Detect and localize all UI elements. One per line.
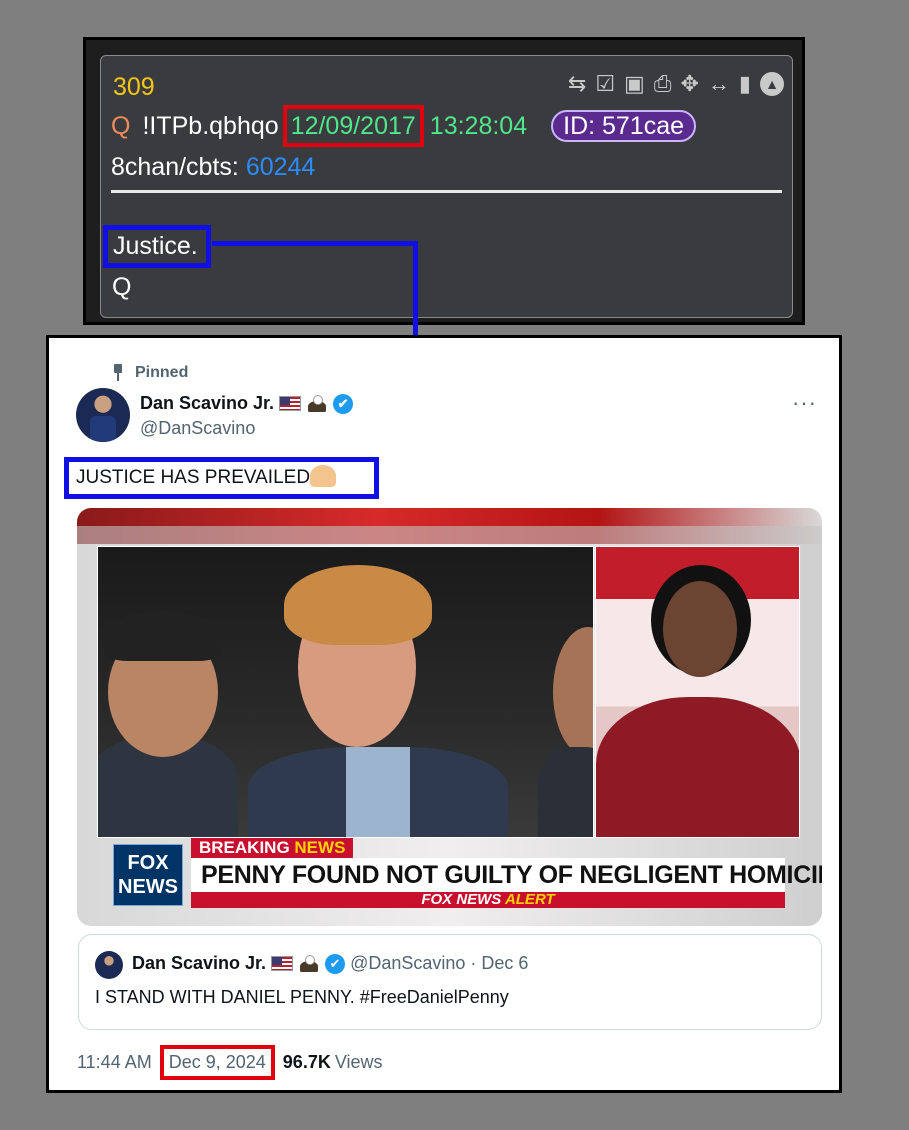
- fox-news-alert-bar: FOX NEWS ALERT: [191, 892, 785, 908]
- quoted-author-name[interactable]: Dan Scavino Jr.: [132, 953, 266, 974]
- eagle-icon: [298, 954, 320, 973]
- eagle-icon: [306, 394, 328, 413]
- qpost-time: 13:28:04: [429, 111, 528, 140]
- collapse-icon[interactable]: ▲: [760, 72, 784, 96]
- pin-icon: [111, 364, 125, 382]
- qpost-body-highlighted: Justice.: [103, 225, 211, 268]
- move-icon[interactable]: ✥: [680, 70, 698, 98]
- tweet-card: Pinned Dan Scavino Jr. ✔ @DanScavino ···…: [46, 335, 842, 1093]
- author-name[interactable]: Dan Scavino Jr.: [140, 393, 274, 414]
- clipboard-check-icon[interactable]: ☑: [595, 70, 615, 98]
- connector-line-horizontal-top: [212, 241, 418, 246]
- qpost-signoff: Q: [112, 273, 132, 301]
- man-center-shirt: [346, 747, 410, 837]
- news-text: NEWS: [294, 838, 346, 857]
- qpost-divider: [111, 190, 782, 193]
- share-icon[interactable]: ⇆: [568, 70, 586, 98]
- us-flag-icon: [271, 956, 294, 971]
- document-icon[interactable]: ⎙: [654, 70, 672, 98]
- vr-goggles-icon[interactable]: ▣: [624, 70, 645, 98]
- tweet-time[interactable]: 11:44 AM: [77, 1052, 152, 1073]
- quoted-tweet[interactable]: Dan Scavino Jr. ✔ @DanScavino · Dec 6 I …: [78, 934, 822, 1030]
- qpost-card: 309 ⇆ ☑ ▣ ⎙ ✥ ↔ ▮ ▲ Q !ITPb.qbhqo 12/09/…: [100, 55, 793, 318]
- fox-logo-text-2: NEWS: [118, 876, 178, 898]
- pinned-indicator: Pinned: [111, 364, 188, 382]
- qpost-tripcode: !ITPb.qbhqo: [142, 111, 279, 140]
- more-options-icon[interactable]: ···: [792, 390, 817, 416]
- pinned-label: Pinned: [135, 364, 189, 381]
- qpost-header: Q !ITPb.qbhqo 12/09/2017 13:28:04 ID: 57…: [111, 105, 697, 147]
- quoted-author-row[interactable]: Dan Scavino Jr. ✔ @DanScavino · Dec 6: [132, 953, 528, 974]
- qpost-id-badge[interactable]: ID: 571cae: [551, 110, 697, 142]
- media-top-stripe: [77, 526, 822, 544]
- qpost-signature: Q: [111, 111, 131, 140]
- avatar[interactable]: [76, 388, 130, 442]
- resize-icon[interactable]: ↔: [708, 70, 730, 98]
- quoted-meta[interactable]: @DanScavino · Dec 6: [350, 953, 528, 974]
- praying-hands-icon: [310, 465, 337, 487]
- breaking-news-label: BREAKING NEWS: [191, 838, 354, 858]
- man-center-hair: [284, 565, 432, 645]
- author-name-row[interactable]: Dan Scavino Jr. ✔: [140, 393, 354, 414]
- verified-badge-icon: ✔: [325, 953, 346, 974]
- qpost-board: 8chan/cbts:: [111, 153, 239, 181]
- verified-badge-icon: ✔: [333, 393, 354, 414]
- courthouse-scene-image: [97, 546, 594, 838]
- man-left-hair: [104, 611, 222, 661]
- tweet-text-highlighted: JUSTICE HAS PREVAILED: [64, 457, 379, 499]
- qpost-toolbar: ⇆ ☑ ▣ ⎙ ✥ ↔ ▮ ▲: [568, 70, 784, 98]
- quoted-avatar[interactable]: [95, 951, 123, 979]
- views-count: 96.7K: [282, 1052, 331, 1072]
- news-headline: PENNY FOUND NOT GUILTY OF NEGLIGENT HOMI…: [191, 858, 822, 892]
- qpost-frame: 309 ⇆ ☑ ▣ ⎙ ✥ ↔ ▮ ▲ Q !ITPb.qbhqo 12/09/…: [83, 37, 805, 325]
- tweet-date-highlighted[interactable]: Dec 9, 2024: [159, 1045, 275, 1080]
- qpost-post-link[interactable]: 60244: [246, 153, 316, 181]
- fox-logo-text-1: FOX: [127, 852, 169, 874]
- fox-news-logo: FOX NEWS: [113, 844, 183, 906]
- qpost-number: 309: [113, 73, 155, 101]
- author-handle[interactable]: @DanScavino: [140, 418, 255, 439]
- tweet-media-image[interactable]: FOX NEWS BREAKING NEWS PENNY FOUND NOT G…: [77, 508, 822, 926]
- alert-text-2: ALERT: [504, 891, 555, 908]
- man-right-suit: [538, 747, 593, 837]
- qpost-date-highlighted: 12/09/2017: [282, 105, 424, 147]
- clipboard-icon[interactable]: ▮: [739, 70, 751, 98]
- anchor-sweater: [596, 697, 799, 837]
- qpost-source: 8chan/cbts: 60244: [111, 153, 315, 182]
- news-ticker: FOX NEWS BREAKING NEWS PENNY FOUND NOT G…: [113, 838, 822, 908]
- alert-text-1: FOX NEWS: [421, 891, 505, 908]
- quoted-text: I STAND WITH DANIEL PENNY. #FreeDanielPe…: [95, 987, 509, 1007]
- breaking-text: BREAKING: [199, 838, 295, 857]
- man-right-head: [553, 627, 593, 757]
- tweet-footer: 11:44 AM Dec 9, 2024 96.7K Views: [77, 1045, 383, 1080]
- us-flag-icon: [279, 396, 302, 411]
- news-anchor-image: [595, 546, 800, 838]
- views-label: Views: [334, 1052, 383, 1072]
- anchor-face: [663, 581, 737, 677]
- tweet-text: JUSTICE HAS PREVAILED: [76, 467, 311, 488]
